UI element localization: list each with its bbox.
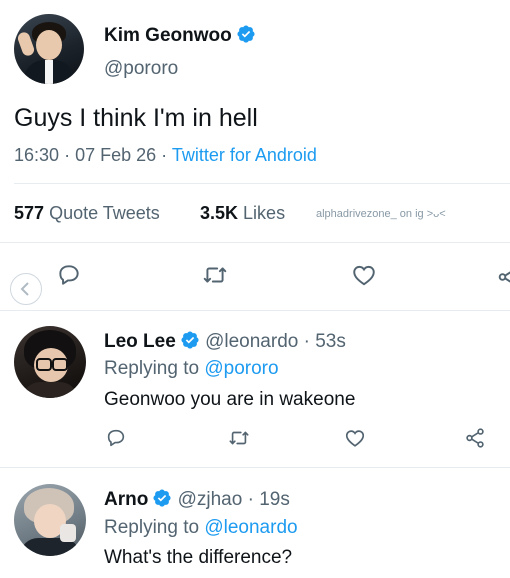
reply-time[interactable]: 53s — [315, 331, 346, 352]
reply-icon[interactable] — [56, 262, 82, 288]
author-handle[interactable]: @pororo — [104, 58, 178, 80]
replying-to-label: Replying to — [104, 517, 200, 538]
reply-text: Geonwoo you are in wakeone — [104, 389, 356, 410]
reply-separator: · — [247, 489, 254, 510]
tweet-text: Guys I think I'm in hell — [14, 104, 258, 132]
tweet-source-link[interactable]: Twitter for Android — [172, 145, 317, 165]
like-heart-icon[interactable] — [343, 427, 367, 449]
tweet-time: 16:30 — [14, 145, 60, 165]
reply-header: Arno @zjhao · 19s — [104, 488, 290, 511]
like-heart-icon[interactable] — [350, 262, 378, 288]
reply-author-name[interactable]: Arno — [104, 489, 148, 510]
reply-icon[interactable] — [105, 427, 127, 449]
tweet-meta: 16:30 · 07 Feb 26 · Twitter for Android — [14, 145, 317, 166]
like-count: 3.5K — [200, 203, 239, 223]
replying-to-handle[interactable]: @leonardo — [204, 517, 297, 538]
back-arrow-icon[interactable] — [10, 273, 42, 305]
replying-to-label: Replying to — [104, 358, 200, 379]
replying-to-handle[interactable]: @pororo — [204, 358, 278, 379]
tweet-date[interactable]: 07 Feb 26 — [75, 145, 156, 165]
meta-separator: · — [64, 145, 71, 165]
reply-time[interactable]: 19s — [259, 489, 290, 510]
meta-separator: · — [161, 145, 168, 165]
like-label: Likes — [243, 203, 286, 223]
verified-badge-icon — [180, 330, 200, 350]
divider — [0, 467, 510, 468]
reply-avatar[interactable] — [14, 484, 86, 556]
watermark: alphadrivezone_ on ig >ᴗ< — [316, 208, 446, 220]
reply-avatar[interactable] — [14, 326, 86, 398]
quote-label: Quote Tweets — [49, 203, 160, 223]
divider — [0, 310, 510, 311]
share-icon[interactable] — [496, 264, 510, 290]
verified-badge-icon — [152, 488, 172, 508]
divider — [0, 242, 510, 243]
reply-author-handle[interactable]: @zjhao — [178, 489, 243, 510]
share-icon[interactable] — [464, 427, 486, 449]
likes-stat[interactable]: 3.5K Likes — [200, 203, 285, 224]
replying-to-line: Replying to @pororo — [104, 358, 279, 380]
reply-text: What's the difference? — [104, 547, 293, 568]
divider — [14, 183, 510, 184]
author-name-row[interactable]: Kim Geonwoo — [104, 24, 256, 47]
reply-separator: · — [303, 331, 310, 352]
author-avatar[interactable] — [14, 14, 84, 84]
quote-tweets-stat[interactable]: 577 Quote Tweets — [14, 203, 160, 224]
retweet-icon[interactable] — [227, 427, 251, 449]
replying-to-line: Replying to @leonardo — [104, 517, 298, 539]
reply-header: Leo Lee @leonardo · 53s — [104, 330, 346, 353]
author-name[interactable]: Kim Geonwoo — [104, 25, 232, 46]
reply-author-handle[interactable]: @leonardo — [205, 331, 298, 352]
verified-badge-icon — [236, 24, 256, 44]
retweet-icon[interactable] — [201, 262, 229, 288]
quote-count: 577 — [14, 203, 45, 223]
reply-author-name[interactable]: Leo Lee — [104, 331, 176, 352]
